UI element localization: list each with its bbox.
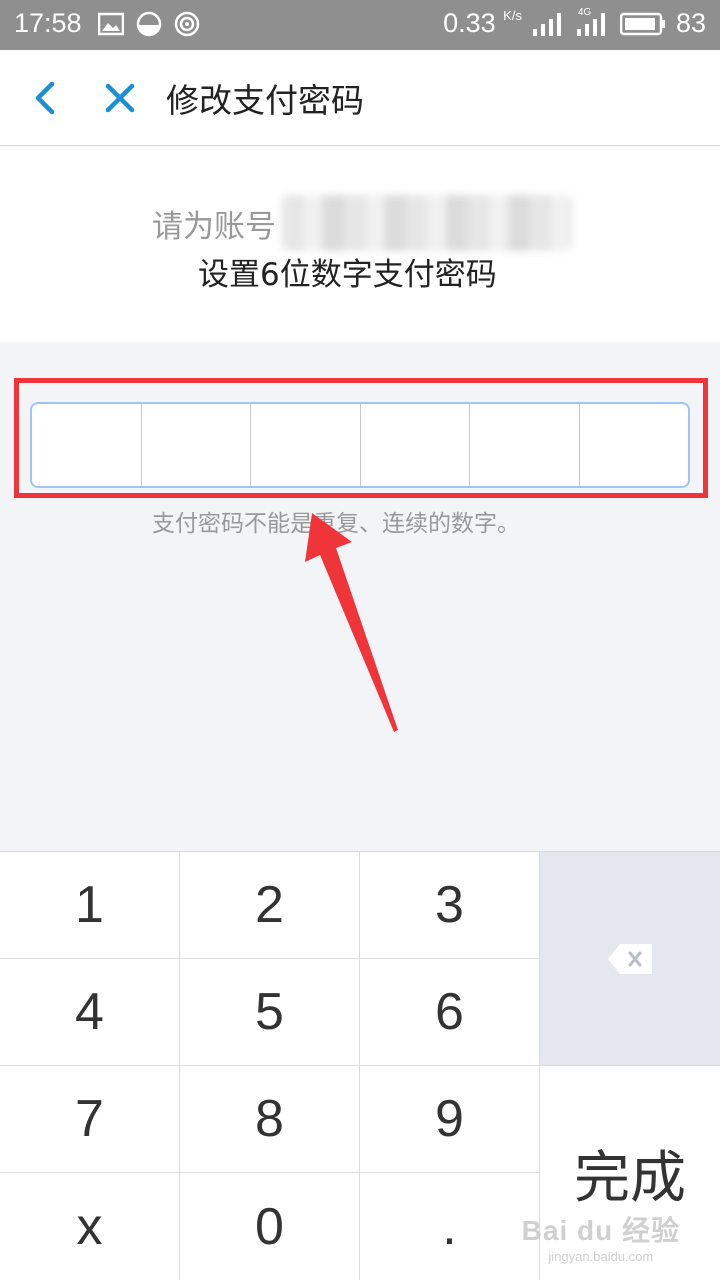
- prompt-line1-text: 请为账号: [152, 208, 276, 245]
- password-digit-4: [361, 404, 470, 486]
- key-4[interactable]: 4: [0, 959, 180, 1066]
- back-button[interactable]: [26, 76, 66, 120]
- status-bar: 17:58 0.33 K/s 4G 83: [0, 0, 720, 50]
- battery-icon: [619, 12, 665, 35]
- password-input[interactable]: [30, 402, 690, 488]
- hotspot-icon: [174, 11, 200, 37]
- key-1[interactable]: 1: [0, 852, 180, 959]
- numeric-keypad: 1 2 3 4 5 6 7 8 9 x 0 . 完成 Bai du 经验 jin…: [0, 851, 720, 1280]
- page-title: 修改支付密码: [166, 81, 364, 120]
- password-hint: 支付密码不能是重复、连续的数字。: [152, 511, 520, 537]
- key-2[interactable]: 2: [180, 852, 360, 959]
- password-digit-5: [470, 404, 580, 486]
- delete-button[interactable]: [540, 852, 720, 1066]
- close-icon: [105, 83, 135, 113]
- network-speed: 0.33 K/s: [443, 8, 522, 38]
- chevron-left-icon: [35, 81, 55, 115]
- signal-4g-icon: 4G: [576, 7, 610, 37]
- key-7[interactable]: 7: [0, 1066, 180, 1173]
- prompt-account-line: 请为账号: [152, 195, 572, 251]
- prompt-area: 请为账号 设置6位数字支付密码: [0, 147, 720, 342]
- image-icon: [98, 12, 124, 36]
- prompt-instruction: 设置6位数字支付密码: [198, 257, 497, 293]
- password-digit-3: [251, 404, 361, 486]
- watermark-logo: Bai du 经验 jingyan.baidu.com: [521, 1215, 680, 1264]
- status-time: 17:58: [14, 8, 82, 38]
- key-0[interactable]: 0: [180, 1173, 360, 1280]
- close-button[interactable]: [100, 78, 140, 118]
- password-digit-2: [142, 404, 251, 486]
- password-digit-6: [580, 404, 689, 486]
- password-digit-1: [32, 404, 142, 486]
- blurred-account: [282, 195, 572, 251]
- key-5[interactable]: 5: [180, 959, 360, 1066]
- backspace-icon: [608, 943, 652, 974]
- app-header: 修改支付密码: [0, 50, 720, 146]
- key-9[interactable]: 9: [360, 1066, 540, 1173]
- key-3[interactable]: 3: [360, 852, 540, 959]
- key-dot[interactable]: .: [360, 1173, 540, 1280]
- key-6[interactable]: 6: [360, 959, 540, 1066]
- signal-icon: [532, 12, 561, 36]
- key-8[interactable]: 8: [180, 1066, 360, 1173]
- weather-icon: [136, 11, 162, 37]
- battery-level: 83: [675, 8, 706, 38]
- key-x[interactable]: x: [0, 1173, 180, 1280]
